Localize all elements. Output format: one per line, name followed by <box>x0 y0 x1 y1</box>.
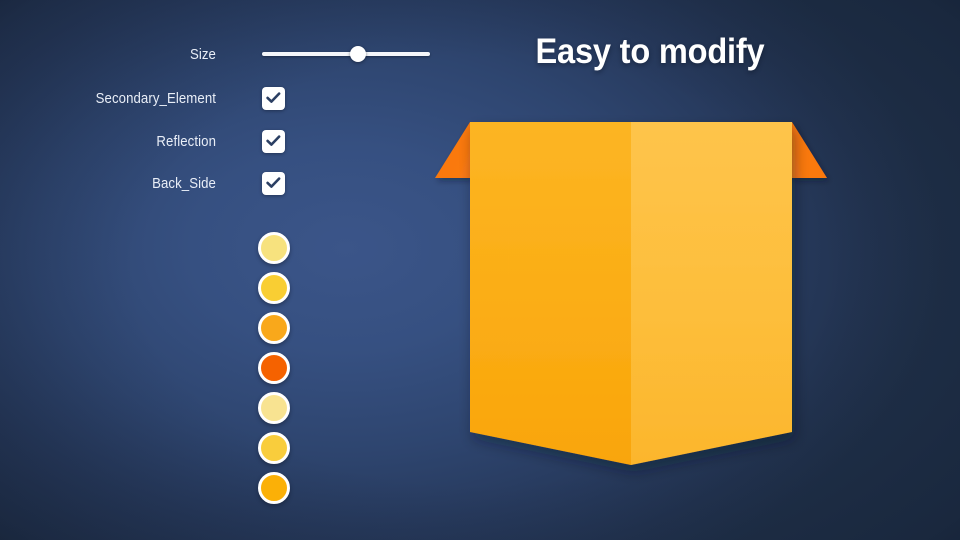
ribbon-face-left <box>470 122 631 465</box>
swatch-yellow[interactable] <box>258 432 290 464</box>
control-row-back-side: Back_Side <box>0 169 440 197</box>
slider-knob[interactable] <box>349 46 366 62</box>
control-panel: Size Secondary_Element Reflection Back_S… <box>0 0 440 540</box>
swatch-golden-yellow[interactable] <box>258 272 290 304</box>
checkbox-secondary-element[interactable] <box>262 86 285 110</box>
ribbon-face-right <box>631 122 792 465</box>
ribbon-back-fold-left <box>435 122 470 178</box>
swatch-light-yellow[interactable] <box>258 392 290 424</box>
slider-track[interactable] <box>262 52 430 56</box>
control-field-secondary-element <box>262 86 285 110</box>
control-label-size: Size <box>189 45 216 63</box>
control-row-secondary-element: Secondary_Element <box>0 84 440 112</box>
control-field-reflection <box>262 129 285 153</box>
check-icon <box>266 135 281 147</box>
control-field-back-side <box>262 171 285 195</box>
ribbon-back-fold-right <box>792 122 827 178</box>
control-label-reflection: Reflection <box>156 132 216 150</box>
size-slider[interactable] <box>262 45 430 63</box>
control-label-back-side: Back_Side <box>152 174 216 192</box>
swatch-vivid-orange[interactable] <box>258 352 290 384</box>
check-icon <box>266 177 281 189</box>
swatch-orange[interactable] <box>258 312 290 344</box>
check-icon <box>266 92 281 104</box>
ribbon-body <box>470 122 792 465</box>
swatch-amber[interactable] <box>258 472 290 504</box>
control-label-secondary-element: Secondary_Element <box>95 89 216 107</box>
control-row-size: Size <box>0 40 440 68</box>
checkbox-back-side[interactable] <box>262 171 285 195</box>
color-swatch-list <box>258 232 290 512</box>
slide-canvas: Size Secondary_Element Reflection Back_S… <box>0 0 960 540</box>
ribbon-graphic <box>420 100 850 500</box>
control-field-size <box>262 45 430 63</box>
control-row-reflection: Reflection <box>0 127 440 155</box>
checkbox-reflection[interactable] <box>262 129 285 153</box>
swatch-pale-yellow[interactable] <box>258 232 290 264</box>
page-title: Easy to modify <box>535 32 765 71</box>
